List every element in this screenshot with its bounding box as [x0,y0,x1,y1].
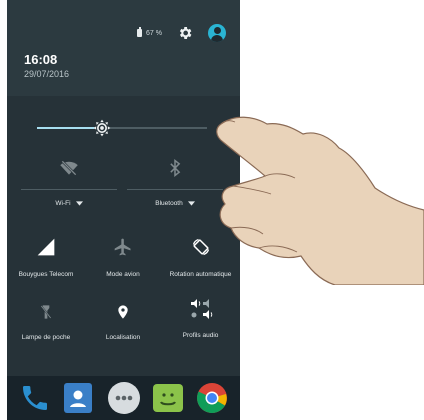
dock-messaging[interactable] [153,384,183,412]
battery-percent: 67 % [146,29,162,37]
auto-rotate-icon [192,238,209,256]
battery-indicator: 67 % [137,27,162,37]
quick-settings-panel: Wi-Fi Bluetooth Bouygues Telecom Mode av… [7,96,240,376]
tile-wifi-label: Wi-Fi [55,200,71,207]
bluetooth-dropdown[interactable]: Bluetooth [127,200,223,207]
tile-wifi[interactable] [21,158,117,178]
brightness-icon [93,119,110,137]
tile-divider [21,189,117,190]
pointing-hand-illustration [216,116,424,285]
dock-phone[interactable] [19,382,51,414]
dock-app-drawer[interactable] [108,382,140,414]
airplane-icon [114,238,131,256]
phone-screen: 67 % 16:08 29/07/2016 Wi-Fi Bluetooth Bo… [7,0,240,420]
app-dock [7,376,240,420]
chevron-down-icon [75,201,83,206]
app-drawer-icon [115,395,133,401]
messaging-icon [160,393,176,406]
tile-airplane-mode-label: Mode avion [106,271,140,278]
dock-contacts[interactable] [64,383,92,413]
wifi-dropdown[interactable]: Wi-Fi [21,200,117,207]
dock-chrome[interactable] [196,382,228,414]
wifi-off-icon [60,160,78,176]
location-icon [118,305,128,319]
chrome-icon [197,383,227,414]
brightness-slider-thumb[interactable] [92,118,112,138]
battery-icon [137,27,143,37]
gear-icon [179,27,192,39]
contacts-icon [70,390,86,407]
tile-flashlight-label: Lampe de poche [21,334,71,341]
chevron-down-icon [187,201,195,206]
flashlight-icon [40,305,52,319]
tile-bluetooth[interactable] [127,158,223,178]
tile-mobile-network[interactable]: Bouygues Telecom [7,237,85,278]
tile-divider [127,189,223,190]
bluetooth-icon [170,158,181,178]
tile-flashlight[interactable]: Lampe de poche [7,303,85,341]
signal-icon [37,238,55,256]
tile-location-label: Localisation [105,334,141,341]
tile-audio-profiles-label: Profils audio [182,332,219,339]
phone-icon [23,386,47,410]
status-icons: 67 % [137,24,226,42]
tile-bluetooth-label: Bluetooth [155,200,183,207]
clock-date: 29/07/2016 [24,69,70,79]
clock-time: 16:08 [24,52,58,67]
tile-mobile-network-label: Bouygues Telecom [18,271,74,278]
tile-airplane-mode[interactable]: Mode avion [85,237,161,278]
settings-button[interactable] [176,24,194,42]
notification-header: 67 % 16:08 29/07/2016 [7,0,240,96]
audio-profiles-icon [190,299,212,319]
tile-audio-profiles[interactable]: Profils audio [161,299,240,339]
tile-location[interactable]: Localisation [85,303,161,341]
user-avatar-button[interactable] [208,24,226,42]
